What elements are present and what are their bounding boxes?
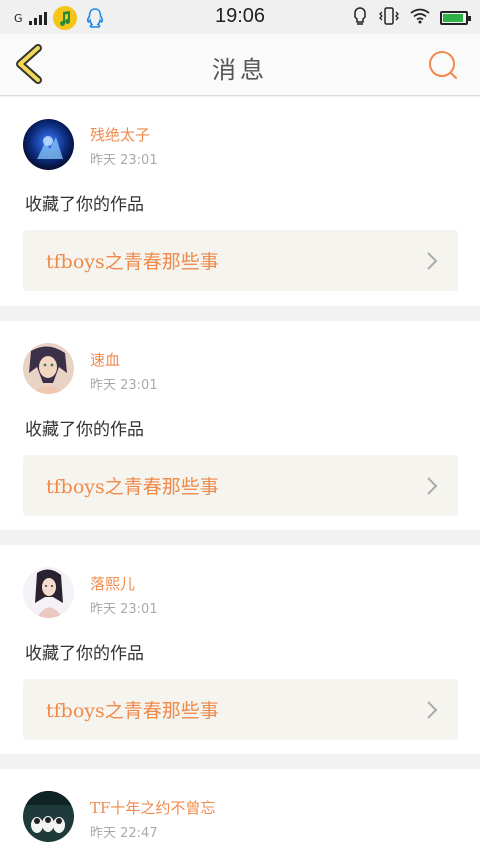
search-button[interactable] bbox=[426, 48, 460, 82]
username[interactable]: 速血 bbox=[90, 349, 120, 370]
avatar[interactable] bbox=[23, 343, 74, 394]
work-link[interactable]: tfboys之青春那些事 bbox=[23, 455, 458, 516]
username[interactable]: 落熙儿 bbox=[90, 573, 135, 594]
timestamp: 昨天 23:01 bbox=[90, 153, 158, 168]
message-card[interactable]: TF十年之约不曾忘 昨天 22:47 bbox=[0, 769, 480, 854]
username[interactable]: TF十年之约不曾忘 bbox=[90, 797, 215, 818]
action-text: 收藏了你的作品 bbox=[25, 420, 144, 440]
search-icon bbox=[429, 51, 457, 79]
status-right bbox=[352, 6, 471, 30]
work-title: tfboys之青春那些事 bbox=[46, 251, 219, 273]
page-title: 消息 bbox=[212, 56, 268, 84]
work-title: tfboys之青春那些事 bbox=[46, 476, 219, 498]
action-text: 收藏了你的作品 bbox=[25, 195, 144, 215]
username[interactable]: 残绝太子 bbox=[90, 124, 150, 145]
avatar[interactable] bbox=[23, 119, 74, 170]
timestamp: 昨天 22:47 bbox=[90, 826, 158, 841]
avatar[interactable] bbox=[23, 567, 74, 618]
timestamp: 昨天 23:01 bbox=[90, 378, 158, 393]
timestamp: 昨天 23:01 bbox=[90, 602, 158, 617]
chevron-right-icon bbox=[427, 701, 438, 719]
message-card[interactable]: 落熙儿 昨天 23:01 收藏了你的作品 tfboys之青春那些事 bbox=[0, 545, 480, 754]
action-text: 收藏了你的作品 bbox=[25, 644, 144, 664]
status-bar: G 19:06 bbox=[0, 0, 480, 34]
message-card[interactable]: 速血 昨天 23:01 收藏了你的作品 tfboys之青春那些事 bbox=[0, 321, 480, 530]
message-card[interactable]: 残绝太子 昨天 23:01 收藏了你的作品 tfboys之青春那些事 bbox=[0, 97, 480, 306]
wifi-icon bbox=[410, 8, 430, 28]
work-link[interactable]: tfboys之青春那些事 bbox=[23, 679, 458, 740]
chevron-right-icon bbox=[427, 252, 438, 270]
alarm-icon bbox=[352, 6, 368, 30]
vibrate-icon bbox=[378, 6, 400, 30]
battery-icon bbox=[440, 11, 471, 25]
app-header: 消息 bbox=[0, 34, 480, 96]
avatar[interactable] bbox=[23, 791, 74, 842]
chevron-right-icon bbox=[427, 477, 438, 495]
work-title: tfboys之青春那些事 bbox=[46, 700, 219, 722]
work-link[interactable]: tfboys之青春那些事 bbox=[23, 230, 458, 291]
